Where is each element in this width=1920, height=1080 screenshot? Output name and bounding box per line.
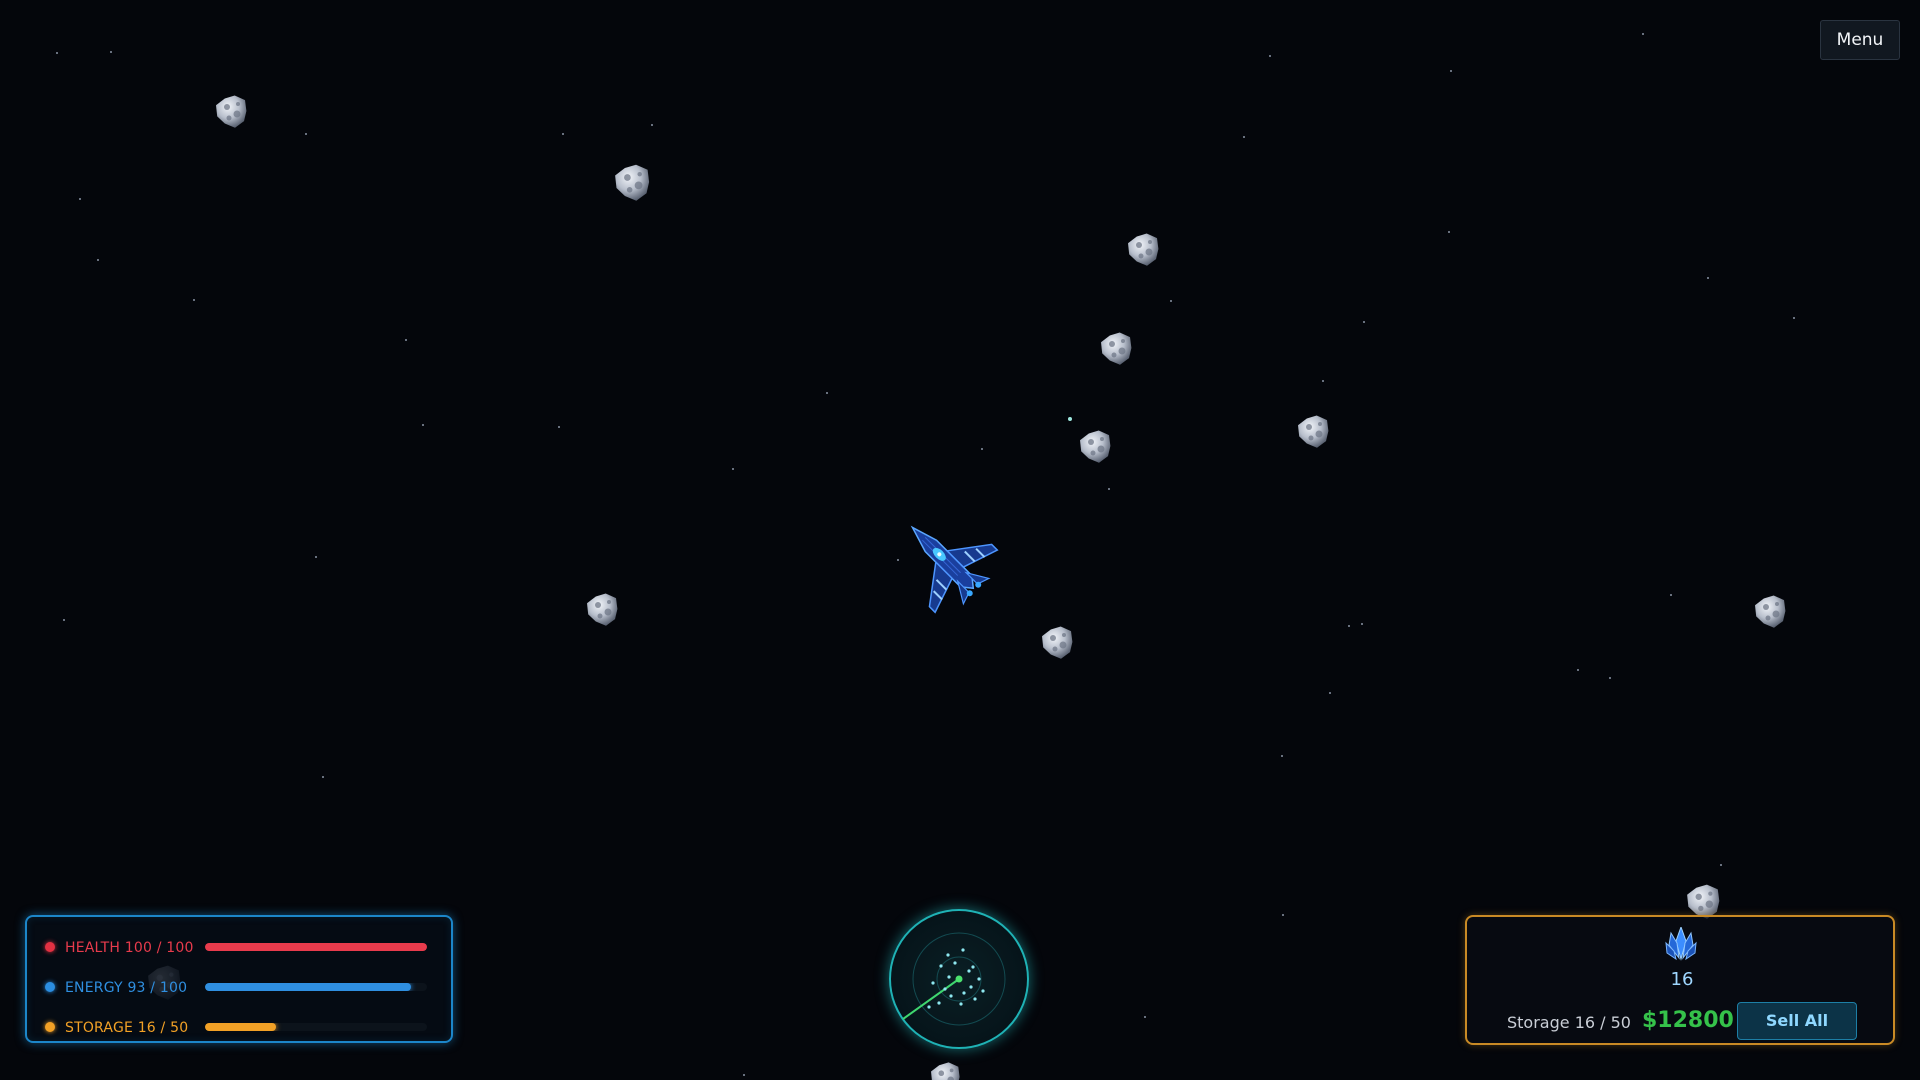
- star: [562, 133, 564, 135]
- star: [63, 619, 65, 621]
- cargo-panel: 16 Storage 16 / 50 $12800 Sell All: [1465, 915, 1895, 1045]
- radar-blip: [953, 961, 957, 965]
- asteroid: [1080, 430, 1111, 463]
- star: [1108, 488, 1110, 490]
- health-bar: [205, 943, 427, 951]
- star: [732, 468, 734, 470]
- radar-display: [902, 932, 1006, 1026]
- radar-blip: [947, 975, 951, 979]
- energy-bar-fill: [205, 983, 412, 991]
- player-ship: [910, 525, 999, 614]
- star: [1170, 300, 1172, 302]
- asteroid: [587, 593, 618, 626]
- asteroid: [1687, 884, 1720, 919]
- star: [1707, 277, 1709, 279]
- star: [1281, 755, 1283, 757]
- storage-dot: [45, 1022, 55, 1032]
- sell-all-button[interactable]: Sell All: [1737, 1002, 1857, 1040]
- star: [405, 339, 407, 341]
- star: [1348, 625, 1350, 627]
- asteroid: [216, 95, 247, 128]
- energy-row: ENERGY 93 / 100: [27, 978, 451, 998]
- radar-blip: [931, 981, 935, 985]
- star: [193, 299, 195, 301]
- menu-button[interactable]: Menu: [1820, 20, 1900, 60]
- asteroid: [1298, 415, 1329, 448]
- star: [1329, 692, 1331, 694]
- radar-blip: [939, 964, 943, 968]
- star: [1448, 231, 1450, 233]
- star: [897, 559, 899, 561]
- radar-blip: [949, 994, 953, 998]
- star: [1363, 321, 1365, 323]
- asteroid: [1101, 332, 1132, 365]
- star: [1793, 317, 1795, 319]
- radar-blip: [937, 1001, 941, 1005]
- energy-bar: [205, 983, 427, 991]
- star: [981, 448, 983, 450]
- star: [826, 392, 828, 394]
- asteroid: [1755, 595, 1786, 628]
- asteroid: [1128, 233, 1159, 266]
- star: [1670, 594, 1672, 596]
- crystal-icon: [1665, 927, 1697, 961]
- health-dot: [45, 942, 55, 952]
- radar-blip: [973, 997, 977, 1001]
- ore-fragment: [1068, 417, 1072, 421]
- health-label: HEALTH 100 / 100: [65, 940, 194, 956]
- star: [79, 198, 81, 200]
- star: [97, 259, 99, 261]
- asteroid: [1042, 626, 1073, 659]
- money-display: $12800: [1642, 1008, 1734, 1033]
- radar-blip: [946, 953, 950, 957]
- star: [315, 556, 317, 558]
- star: [1720, 864, 1722, 866]
- radar-blip: [961, 948, 965, 952]
- storage-label: STORAGE 16 / 50: [65, 1020, 189, 1036]
- radar-player-marker: [955, 975, 963, 983]
- star: [1243, 136, 1245, 138]
- radar-blip: [927, 1005, 931, 1009]
- star: [1269, 55, 1271, 57]
- radar-blip: [981, 989, 985, 993]
- star: [1642, 33, 1644, 35]
- radar-blip: [967, 969, 971, 973]
- star: [1609, 677, 1611, 679]
- energy-dot: [45, 982, 55, 992]
- radar-blip: [971, 965, 975, 969]
- star: [305, 133, 307, 135]
- radar-blip: [969, 985, 973, 989]
- radar-blip: [962, 991, 966, 995]
- star: [1144, 1016, 1146, 1018]
- radar-blip: [959, 1002, 963, 1006]
- star: [651, 124, 653, 126]
- health-bar-fill: [205, 943, 427, 951]
- star: [558, 426, 560, 428]
- radar-blip: [943, 987, 947, 991]
- star: [110, 51, 112, 53]
- star: [1450, 70, 1452, 72]
- crystal-count: 16: [1670, 969, 1694, 990]
- radar-minimap: [889, 909, 1029, 1049]
- star: [322, 776, 324, 778]
- asteroid: [931, 1062, 960, 1080]
- radar-blip: [977, 977, 981, 981]
- star: [1577, 669, 1579, 671]
- health-row: HEALTH 100 / 100: [27, 938, 451, 958]
- status-panel: HEALTH 100 / 100 ENERGY 93 / 100 STORAGE…: [25, 915, 453, 1043]
- star: [1282, 914, 1284, 916]
- asteroid: [615, 164, 650, 201]
- star: [422, 424, 424, 426]
- star: [1361, 623, 1363, 625]
- energy-label: ENERGY 93 / 100: [65, 980, 188, 996]
- star: [1322, 380, 1324, 382]
- star: [743, 1074, 745, 1076]
- star: [56, 52, 58, 54]
- storage-row: STORAGE 16 / 50: [27, 1018, 451, 1038]
- storage-bar: [205, 1023, 427, 1031]
- storage-bar-fill: [205, 1023, 277, 1031]
- cargo-storage-text: Storage 16 / 50: [1507, 1013, 1631, 1032]
